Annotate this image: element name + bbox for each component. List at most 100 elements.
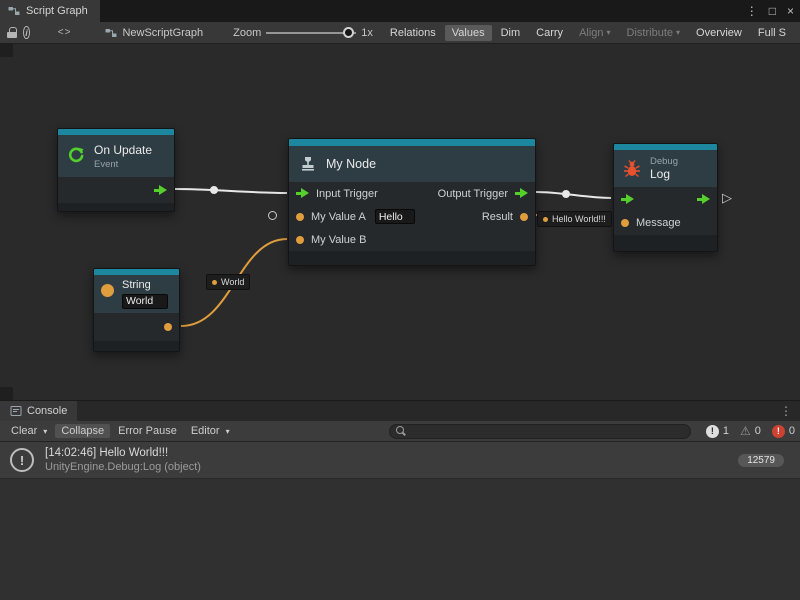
wire-value-badge-hello-world: Hello World!!! (537, 211, 612, 227)
output-trigger-port[interactable] (515, 188, 528, 199)
console-tab-label: Console (27, 405, 67, 417)
distribute-button-label: Distribute (627, 27, 673, 39)
zoom-slider[interactable] (266, 32, 356, 34)
chevron-down-icon: ▾ (676, 28, 680, 37)
node-title: My Node (326, 157, 376, 171)
collapse-button[interactable]: Collapse (55, 424, 110, 438)
relations-button[interactable]: Relations (383, 25, 443, 41)
window-menu-icon[interactable]: ⋮ (746, 4, 758, 18)
node-title: On Update (94, 143, 152, 157)
play-triangle-icon: ▷ (722, 190, 732, 206)
log-stack-trace: UnityEngine.Debug:Log (object) (45, 461, 201, 473)
warning-count-toggle[interactable]: 0 (740, 425, 761, 438)
zoom-slider-knob[interactable] (343, 27, 354, 38)
dim-button[interactable]: Dim (494, 25, 528, 41)
result-output-port[interactable] (520, 213, 528, 221)
wire-dot (562, 190, 570, 198)
zoom-label: Zoom (233, 27, 261, 39)
node-header: My Node (289, 146, 535, 182)
port-label: Input Trigger (316, 188, 378, 200)
graph-canvas[interactable]: On Update Event String (0, 44, 800, 400)
chevron-down-icon: ▾ (607, 28, 611, 37)
wire-value-text: Hello World!!! (552, 214, 606, 224)
graph-breadcrumb[interactable]: NewScriptGraph (105, 27, 203, 39)
clear-button-label: Clear (11, 425, 37, 437)
string-output-port[interactable] (164, 323, 172, 331)
console-toolbar: Clear ▾ Collapse Error Pause Editor ▾ 1 … (0, 421, 800, 442)
update-loop-icon (66, 146, 86, 166)
graph-toolbar: <> NewScriptGraph Zoom 1x Relations Valu… (0, 22, 800, 44)
my-value-b-port[interactable] (296, 236, 304, 244)
window-controls: ⋮ □ × (746, 0, 794, 22)
error-icon (772, 425, 785, 438)
tab-console[interactable]: Console (0, 401, 77, 421)
distribute-button[interactable]: Distribute ▾ (620, 25, 687, 41)
editor-button[interactable]: Editor ▾ (185, 424, 236, 438)
info-icon[interactable] (23, 26, 30, 39)
unconnected-port-dot (268, 211, 277, 220)
port-label: Message (636, 217, 681, 229)
info-count-toggle[interactable]: 1 (706, 425, 729, 438)
info-log-icon (706, 425, 719, 438)
edit-source-icon[interactable]: <> (58, 27, 72, 38)
script-graph-icon (8, 5, 20, 17)
my-value-a-input[interactable] (375, 209, 415, 224)
console-menu-icon[interactable]: ⋮ (780, 404, 792, 418)
error-pause-button[interactable]: Error Pause (112, 424, 183, 438)
wire-value-text: World (221, 277, 244, 287)
graph-asset-icon (105, 27, 117, 39)
node-debug-log[interactable]: Debug Log Message (613, 143, 718, 252)
carry-button[interactable]: Carry (529, 25, 570, 41)
string-value-input[interactable] (122, 294, 168, 309)
node-string[interactable]: String (93, 268, 180, 352)
maximize-icon[interactable]: □ (769, 4, 776, 18)
node-on-update[interactable]: On Update Event (57, 128, 175, 212)
string-type-icon (101, 284, 114, 297)
node-header: String (94, 275, 179, 313)
search-input[interactable] (411, 426, 684, 437)
node-footer (94, 341, 179, 351)
fullscreen-button[interactable]: Full S (751, 25, 793, 41)
error-count: 0 (789, 425, 795, 437)
node-body (58, 177, 174, 203)
tab-script-graph[interactable]: Script Graph (0, 0, 100, 22)
input-trigger-port[interactable] (296, 188, 309, 199)
flow-wire-mynode-to-debuglog[interactable] (536, 192, 611, 198)
node-my-node[interactable]: My Node Input Trigger Output Trigger My … (288, 138, 536, 266)
warning-icon (740, 425, 751, 438)
chevron-down-icon: ▾ (43, 427, 47, 436)
node-footer (58, 203, 174, 211)
port-row: My Value B (289, 228, 535, 251)
overview-button[interactable]: Overview (689, 25, 749, 41)
console-search (389, 424, 691, 439)
clear-button[interactable]: Clear ▾ (5, 424, 53, 438)
node-header: Debug Log (614, 150, 717, 187)
values-button[interactable]: Values (445, 25, 492, 41)
port-label: My Value A (311, 211, 366, 223)
error-count-toggle[interactable]: 0 (772, 425, 795, 438)
zoom-control: Zoom 1x (233, 27, 373, 39)
wire-dot (210, 186, 218, 194)
message-input-port[interactable] (621, 219, 629, 227)
node-body (94, 313, 179, 341)
trigger-output-port[interactable] (697, 194, 710, 205)
chevron-down-icon: ▾ (226, 427, 230, 436)
trigger-output-port[interactable] (154, 185, 167, 196)
unit-icon (299, 155, 317, 173)
close-icon[interactable]: × (787, 4, 794, 18)
port-label: My Value B (311, 234, 366, 246)
align-button[interactable]: Align ▾ (572, 25, 617, 41)
lock-icon[interactable] (7, 27, 11, 39)
console-log-entry[interactable]: [14:02:46] Hello World!!! UnityEngine.De… (0, 442, 800, 479)
trigger-input-port[interactable] (621, 194, 634, 205)
warning-count: 0 (755, 425, 761, 437)
node-footer (614, 235, 717, 251)
flow-wire-onupdate-to-mynode[interactable] (175, 189, 287, 193)
node-subtitle: Event (94, 159, 152, 170)
window-tab-bar: Script Graph ⋮ □ × (0, 0, 800, 22)
port-row: Input Trigger Output Trigger (289, 182, 535, 205)
info-count: 1 (723, 425, 729, 437)
my-value-a-port[interactable] (296, 213, 304, 221)
unity-script-graph-window: Script Graph ⋮ □ × <> NewScriptGraph Zoo… (0, 0, 800, 600)
port-row (58, 177, 174, 203)
